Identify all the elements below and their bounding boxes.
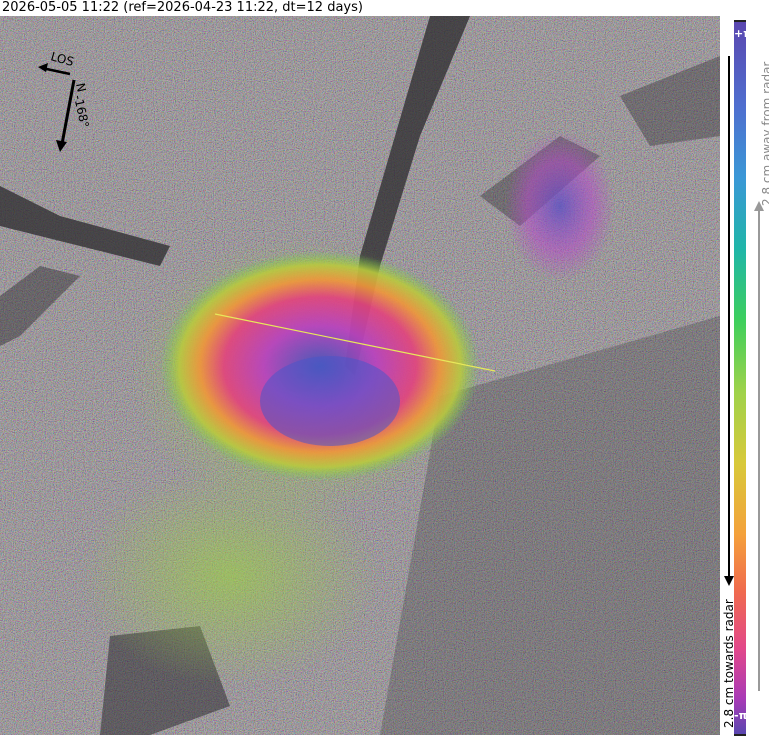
los-compass: LOS N -168° [38,49,92,152]
towards-arrow-head [724,576,734,586]
summit-area [260,356,400,446]
north-label: N [73,82,89,94]
interferogram-image [0,16,720,735]
heading-label: -168° [71,94,92,129]
colorbar: +π -π 2.8 cm away from radar 2.8 cm towa… [720,16,769,736]
colorbar-top-label: +π [734,27,752,40]
los-label: LOS [49,49,75,69]
away-arrow [758,211,760,691]
away-from-radar-label: 2.8 cm away from radar [760,61,769,206]
image-title: 2026-05-05 11:22 (ref=2026-04-23 11:22, … [0,0,722,16]
towards-radar-label: 2.8 cm towards radar [722,599,736,728]
towards-arrow [728,56,730,576]
interferogram-map[interactable]: LOS N -168° [0,16,720,735]
